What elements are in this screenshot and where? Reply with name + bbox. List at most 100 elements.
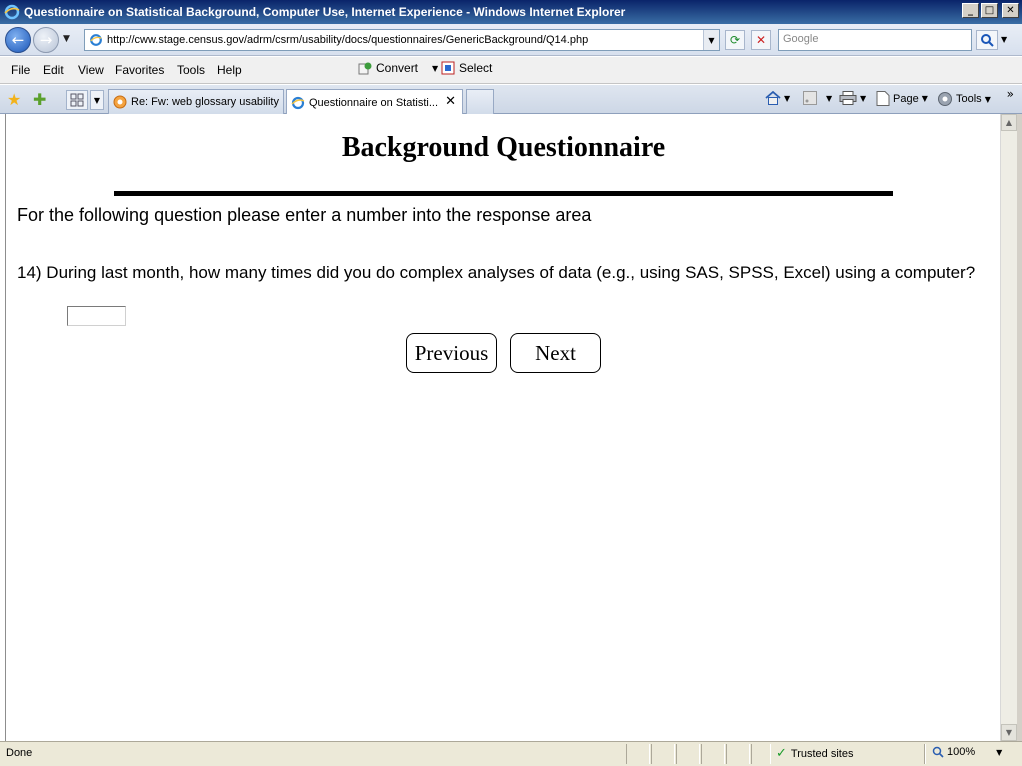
status-text: Done (6, 747, 33, 759)
window-frame-edge (1017, 114, 1022, 741)
tab-glossary[interactable]: Re: Fw: web glossary usability (108, 89, 284, 114)
status-cell (651, 744, 675, 764)
zoom-icon (932, 746, 944, 758)
tab-questionnaire[interactable]: Questionnaire on Statisti... ✕ (286, 89, 463, 115)
maximize-button[interactable]: □ (981, 3, 998, 18)
close-window-button[interactable]: ✕ (1002, 3, 1019, 18)
print-dropdown-icon[interactable]: ▼ (860, 94, 866, 103)
menu-favorites[interactable]: Favorites (115, 63, 164, 77)
new-tab-button[interactable] (466, 89, 494, 114)
previous-button[interactable]: Previous (406, 333, 497, 373)
security-zone-label: Trusted sites (790, 747, 854, 760)
address-bar[interactable]: http://cww.stage.census.gov/adrm/csrm/us… (84, 29, 720, 51)
menu-help[interactable]: Help (217, 63, 242, 77)
address-url[interactable]: http://cww.stage.census.gov/adrm/csrm/us… (107, 34, 588, 46)
back-button[interactable]: ← (5, 27, 31, 53)
tab-label: Re: Fw: web glossary usability (131, 96, 279, 108)
home-dropdown-icon[interactable]: ▼ (784, 94, 790, 103)
menu-bar: File Edit View Favorites Tools Help Conv… (0, 57, 1022, 84)
address-dropdown-button[interactable]: ▼ (703, 30, 719, 50)
quick-tabs-button[interactable] (66, 90, 88, 110)
forward-button[interactable]: → (33, 27, 59, 53)
convert-dropdown-icon[interactable]: ▼ (432, 64, 438, 73)
security-zone[interactable]: ✓ Trusted sites (776, 746, 853, 761)
window-controls: _ □ ✕ (962, 3, 1019, 18)
page-menu-label: Page (893, 92, 919, 105)
search-button[interactable] (976, 30, 998, 50)
tab-page-icon (113, 95, 127, 109)
close-tab-icon[interactable]: ✕ (445, 94, 456, 109)
tools-dropdown-icon[interactable]: ▼ (985, 95, 991, 104)
window-title-bar: Questionnaire on Statistical Background,… (0, 0, 1022, 24)
menu-file[interactable]: File (11, 63, 30, 77)
status-bar: Done ✓ Trusted sites 100% ▼ (0, 741, 1022, 766)
scroll-up-arrow-icon[interactable]: ▲ (1001, 114, 1017, 131)
minimize-button[interactable]: _ (962, 3, 979, 18)
page-dropdown-icon[interactable]: ▼ (922, 94, 928, 103)
zoom-dropdown-icon[interactable]: ▼ (996, 748, 1002, 757)
select-icon (441, 61, 455, 75)
tools-gear-icon (938, 92, 952, 106)
page-content: Background Questionnaire For the followi… (5, 114, 1000, 741)
stop-icon: ✕ (755, 33, 767, 47)
menu-view[interactable]: View (78, 63, 104, 77)
tools-menu-button[interactable]: Tools ▼ (937, 91, 991, 107)
zoom-control[interactable]: 100% ▼ (932, 746, 1002, 758)
quick-tabs-icon (70, 93, 84, 107)
page-favicon-icon (90, 34, 102, 46)
menu-tools[interactable]: Tools (177, 63, 205, 77)
feeds-dropdown-icon[interactable]: ▼ (826, 94, 832, 103)
instruction-text: For the following question please enter … (17, 205, 592, 225)
vertical-scrollbar[interactable]: ▲ ▼ (1000, 114, 1017, 741)
print-icon (839, 91, 857, 105)
page-icon (876, 91, 890, 106)
tab-ie-icon (291, 96, 305, 109)
status-cell (626, 744, 650, 764)
recent-pages-dropdown[interactable]: ▼ (63, 34, 70, 44)
scroll-down-arrow-icon[interactable]: ▼ (1001, 724, 1017, 741)
forward-arrow-icon: → (39, 31, 53, 49)
address-toolbar: ← → ▼ http://cww.stage.census.gov/adrm/c… (0, 24, 1022, 56)
search-options-dropdown[interactable]: ▼ (1001, 35, 1007, 44)
convert-label: Convert (376, 61, 419, 75)
window-title: Questionnaire on Statistical Background,… (24, 5, 626, 19)
print-button[interactable]: ▼ (839, 91, 866, 105)
menu-edit[interactable]: Edit (43, 63, 64, 77)
feeds-icon (803, 91, 817, 105)
status-cell (726, 744, 750, 764)
status-cell (676, 744, 700, 764)
tab-list-dropdown[interactable]: ▼ (90, 90, 104, 110)
back-arrow-icon: ← (11, 31, 25, 49)
more-commands-chevron-icon[interactable]: » (1007, 87, 1014, 101)
ie-logo-icon (4, 4, 20, 20)
next-button[interactable]: Next (510, 333, 601, 373)
answer-field[interactable] (67, 306, 126, 326)
search-input[interactable]: Google (778, 29, 972, 51)
heading-divider (114, 191, 893, 196)
status-cell (701, 744, 725, 764)
select-button[interactable]: Select (441, 61, 492, 75)
refresh-icon: ⟳ (729, 33, 741, 47)
convert-icon (358, 62, 372, 75)
question-text: 14) During last month, how many times di… (17, 263, 976, 282)
zoom-level: 100% (947, 746, 976, 758)
add-favorites-icon[interactable]: ✚ (33, 90, 46, 109)
home-button[interactable]: ▼ (765, 91, 790, 105)
status-cell (751, 744, 771, 764)
page-menu-button[interactable]: Page ▼ (876, 91, 928, 106)
refresh-button[interactable]: ⟳ (725, 30, 745, 50)
tab-label: Questionnaire on Statisti... (309, 96, 439, 109)
checkmark-icon: ✓ (776, 746, 787, 761)
tab-bar: ★ ✚ ▼ Re: Fw: web glossary usability Que… (0, 85, 1022, 115)
select-label: Select (459, 61, 493, 75)
favorites-star-icon[interactable]: ★ (7, 90, 21, 109)
feeds-button[interactable]: ▼ (803, 91, 832, 105)
convert-button[interactable]: Convert ▼ (358, 61, 438, 75)
page-title: Background Questionnaire (341, 132, 666, 163)
status-divider (924, 744, 926, 764)
search-icon (981, 34, 994, 47)
tools-menu-label: Tools (956, 93, 982, 105)
home-icon (765, 91, 781, 105)
stop-button[interactable]: ✕ (751, 30, 771, 50)
search-placeholder: Google (783, 33, 819, 45)
